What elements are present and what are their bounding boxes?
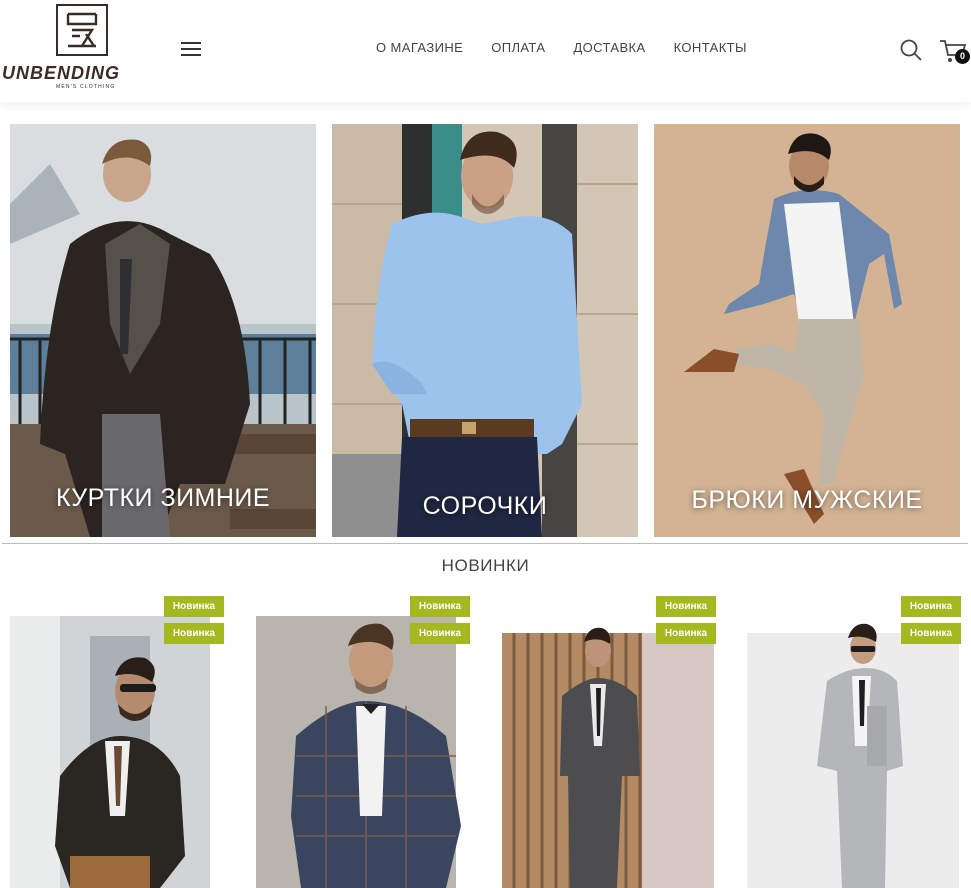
- brand-logo[interactable]: UNBENDING MEN'S CLOTHING: [2, 4, 164, 94]
- product-card[interactable]: Новинка Новинка: [256, 596, 470, 888]
- new-badge: Новинка: [901, 596, 961, 617]
- nav-delivery[interactable]: ДОСТАВКА: [573, 40, 645, 55]
- new-arrivals-title: НОВИНКИ: [441, 556, 530, 575]
- cart-count-badge: 0: [955, 49, 970, 64]
- new-badge: Новинка: [410, 596, 470, 617]
- category-shirts-image: [332, 124, 638, 537]
- category-winter-jackets-image: [10, 124, 316, 537]
- category-trousers[interactable]: БРЮКИ МУЖСКИЕ: [654, 124, 960, 537]
- main-nav: О МАГАЗИНЕ ОПЛАТА ДОСТАВКА КОНТАКТЫ: [376, 40, 775, 55]
- nav-about[interactable]: О МАГАЗИНЕ: [376, 40, 463, 55]
- category-label: СОРОЧКИ: [422, 492, 548, 520]
- menu-burger-icon[interactable]: [181, 41, 201, 57]
- new-badge: Новинка: [656, 596, 716, 617]
- product-card[interactable]: Новинка Новинка: [502, 596, 716, 888]
- new-badge: Новинка: [410, 623, 470, 644]
- new-badge: Новинка: [901, 623, 961, 644]
- site-header: UNBENDING MEN'S CLOTHING О МАГАЗИНЕ ОПЛА…: [0, 0, 971, 102]
- category-trousers-image: [654, 124, 960, 537]
- brand-name: UNBENDING: [2, 63, 121, 83]
- nav-payment[interactable]: ОПЛАТА: [491, 40, 545, 55]
- category-label: БРЮКИ МУЖСКИЕ: [691, 486, 923, 514]
- new-badge: Новинка: [164, 623, 224, 644]
- product-card[interactable]: Новинка Новинка: [10, 596, 224, 888]
- new-badge: Новинка: [164, 596, 224, 617]
- search-icon[interactable]: [899, 38, 923, 62]
- logo-emblem-icon: [56, 4, 108, 56]
- section-divider: [2, 543, 968, 544]
- category-label: КУРТКИ ЗИМНИЕ: [55, 484, 271, 512]
- product-card[interactable]: Новинка Новинка: [747, 596, 961, 888]
- brand-tagline: MEN'S CLOTHING: [56, 84, 116, 90]
- nav-contacts[interactable]: КОНТАКТЫ: [674, 40, 747, 55]
- category-winter-jackets[interactable]: КУРТКИ ЗИМНИЕ: [10, 124, 316, 537]
- new-badge: Новинка: [656, 623, 716, 644]
- category-shirts[interactable]: СОРОЧКИ: [332, 124, 638, 537]
